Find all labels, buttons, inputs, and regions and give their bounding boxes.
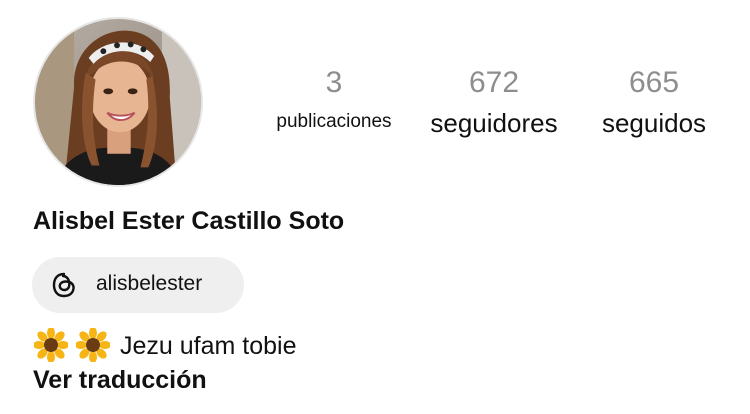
profile-name: Alisbel Ester Castillo Soto [33,207,345,235]
followers-label: seguidores [430,108,558,138]
following-count: 665 [628,66,680,99]
profile-photo [35,19,201,185]
posts-label: publicaciones [276,111,392,132]
bio-text: Jezu ufam tobie [120,332,297,360]
following-label: seguidos [601,108,707,138]
posts-count-stat: 3 publicaciones [262,66,406,136]
sunflower-emoji-icon [34,328,68,362]
threads-icon [52,272,75,298]
threads-badge-button[interactable]: alisbelester [32,257,244,313]
posts-count: 3 [325,66,343,99]
sunflower-emoji-icon [76,328,110,362]
followers-stat[interactable]: 672 seguidores [420,66,568,138]
threads-handle: alisbelester [96,272,203,295]
see-translation-link[interactable]: Ver traducción [33,366,207,395]
profile-avatar[interactable] [33,17,203,187]
followers-count: 672 [468,66,520,99]
following-stat[interactable]: 665 seguidos [590,66,718,138]
